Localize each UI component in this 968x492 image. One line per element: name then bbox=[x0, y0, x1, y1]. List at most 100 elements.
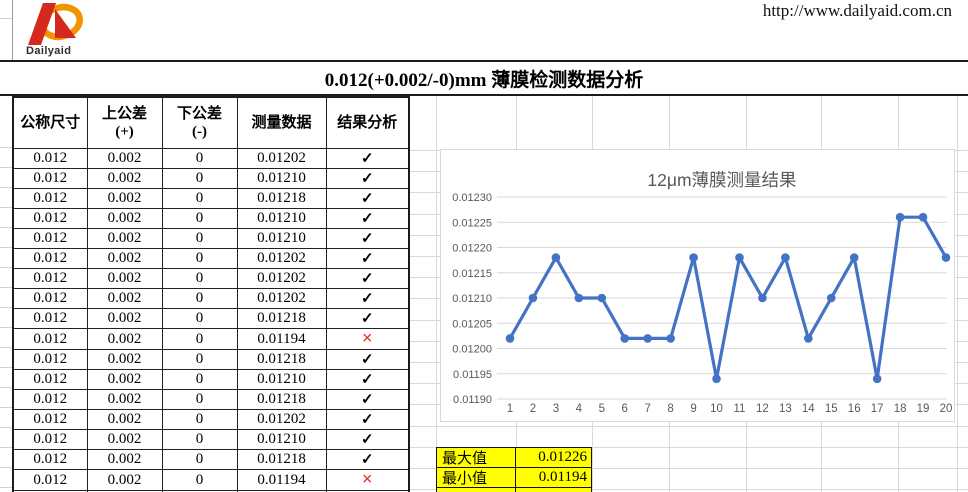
upper-tolerance-cell[interactable]: 0.002 bbox=[87, 390, 162, 410]
lower-tolerance-cell[interactable]: 0 bbox=[162, 209, 237, 229]
lower-tolerance-cell[interactable]: 0 bbox=[162, 370, 237, 390]
measured-value-cell[interactable]: 0.01218 bbox=[237, 189, 326, 209]
measurement-table[interactable]: 公称尺寸上公差(+)下公差(-)测量数据结果分析 0.0120.00200.01… bbox=[12, 96, 410, 492]
nominal-size-cell[interactable]: 0.012 bbox=[13, 309, 87, 329]
lower-tolerance-cell[interactable]: 0 bbox=[162, 269, 237, 289]
result-cell[interactable]: ✓ bbox=[326, 390, 409, 410]
measured-value-cell[interactable]: 0.01218 bbox=[237, 309, 326, 329]
result-cell[interactable]: ✓ bbox=[326, 229, 409, 249]
measured-value-cell[interactable]: 0.01218 bbox=[237, 390, 326, 410]
upper-tolerance-cell[interactable]: 0.002 bbox=[87, 269, 162, 289]
upper-tolerance-cell[interactable]: 0.002 bbox=[87, 249, 162, 269]
lower-tolerance-cell[interactable]: 0 bbox=[162, 249, 237, 269]
result-cell[interactable]: ✓ bbox=[326, 209, 409, 229]
result-cell[interactable]: ✓ bbox=[326, 189, 409, 209]
nominal-size-cell[interactable]: 0.012 bbox=[13, 209, 87, 229]
pass-check-icon: ✓ bbox=[361, 412, 374, 428]
col-header-lower[interactable]: 下公差(-) bbox=[162, 97, 237, 149]
measured-value-cell[interactable]: 0.01202 bbox=[237, 149, 326, 169]
col-header-upper[interactable]: 上公差(+) bbox=[87, 97, 162, 149]
measured-value-cell[interactable]: 0.01210 bbox=[237, 169, 326, 189]
measured-value-cell[interactable]: 0.01218 bbox=[237, 450, 326, 470]
upper-tolerance-cell[interactable]: 0.002 bbox=[87, 410, 162, 430]
lower-tolerance-cell[interactable]: 0 bbox=[162, 470, 237, 491]
result-cell[interactable]: × bbox=[326, 470, 409, 491]
pass-check-icon: ✓ bbox=[361, 372, 374, 388]
upper-tolerance-cell[interactable]: 0.002 bbox=[87, 309, 162, 329]
result-cell[interactable]: ✓ bbox=[326, 169, 409, 189]
upper-tolerance-cell[interactable]: 0.002 bbox=[87, 370, 162, 390]
nominal-size-cell[interactable]: 0.012 bbox=[13, 450, 87, 470]
measured-value-cell[interactable]: 0.01210 bbox=[237, 370, 326, 390]
measured-value-cell[interactable]: 0.01210 bbox=[237, 209, 326, 229]
result-cell[interactable]: ✓ bbox=[326, 269, 409, 289]
max-label-cell[interactable]: 最大值 bbox=[436, 447, 516, 468]
nominal-size-cell[interactable]: 0.012 bbox=[13, 149, 87, 169]
measured-value-cell[interactable]: 0.01202 bbox=[237, 269, 326, 289]
result-cell[interactable]: ✓ bbox=[326, 450, 409, 470]
upper-tolerance-cell[interactable]: 0.002 bbox=[87, 189, 162, 209]
measured-value-cell[interactable]: 0.01194 bbox=[237, 470, 326, 491]
nominal-size-cell[interactable]: 0.012 bbox=[13, 249, 87, 269]
result-cell[interactable]: ✓ bbox=[326, 370, 409, 390]
upper-tolerance-cell[interactable]: 0.002 bbox=[87, 289, 162, 309]
result-cell[interactable]: ✓ bbox=[326, 430, 409, 450]
lower-tolerance-cell[interactable]: 0 bbox=[162, 309, 237, 329]
measured-value-cell[interactable]: 0.01194 bbox=[237, 329, 326, 350]
measured-value-cell[interactable]: 0.01202 bbox=[237, 289, 326, 309]
measurement-chart[interactable]: 12μm薄膜测量结果0.011900.011950.012000.012050.… bbox=[440, 149, 955, 422]
measured-value-cell[interactable]: 0.01218 bbox=[237, 350, 326, 370]
grid-line bbox=[0, 227, 12, 228]
nominal-size-cell[interactable]: 0.012 bbox=[13, 329, 87, 350]
upper-tolerance-cell[interactable]: 0.002 bbox=[87, 229, 162, 249]
result-cell[interactable]: ✓ bbox=[326, 149, 409, 169]
result-cell[interactable]: ✓ bbox=[326, 410, 409, 430]
nominal-size-cell[interactable]: 0.012 bbox=[13, 390, 87, 410]
result-cell[interactable]: × bbox=[326, 329, 409, 350]
nominal-size-cell[interactable]: 0.012 bbox=[13, 289, 87, 309]
upper-tolerance-cell[interactable]: 0.002 bbox=[87, 430, 162, 450]
lower-tolerance-cell[interactable]: 0 bbox=[162, 329, 237, 350]
nominal-size-cell[interactable]: 0.012 bbox=[13, 269, 87, 289]
lower-tolerance-cell[interactable]: 0 bbox=[162, 189, 237, 209]
min-value-cell[interactable]: 0.01194 bbox=[516, 467, 592, 488]
lower-tolerance-cell[interactable]: 0 bbox=[162, 390, 237, 410]
nominal-size-cell[interactable]: 0.012 bbox=[13, 189, 87, 209]
nominal-size-cell[interactable]: 0.012 bbox=[13, 370, 87, 390]
nominal-size-cell[interactable]: 0.012 bbox=[13, 169, 87, 189]
result-cell[interactable]: ✓ bbox=[326, 249, 409, 269]
lower-tolerance-cell[interactable]: 0 bbox=[162, 350, 237, 370]
lower-tolerance-cell[interactable]: 0 bbox=[162, 169, 237, 189]
min-label-cell[interactable]: 最小值 bbox=[436, 467, 516, 488]
lower-tolerance-cell[interactable]: 0 bbox=[162, 229, 237, 249]
upper-tolerance-cell[interactable]: 0.002 bbox=[87, 470, 162, 491]
col-header-result[interactable]: 结果分析 bbox=[326, 97, 409, 149]
col-header-nominal[interactable]: 公称尺寸 bbox=[13, 97, 87, 149]
nominal-size-cell[interactable]: 0.012 bbox=[13, 229, 87, 249]
max-value-cell[interactable]: 0.01226 bbox=[516, 447, 592, 468]
result-cell[interactable]: ✓ bbox=[326, 289, 409, 309]
lower-tolerance-cell[interactable]: 0 bbox=[162, 149, 237, 169]
lower-tolerance-cell[interactable]: 0 bbox=[162, 289, 237, 309]
measured-value-cell[interactable]: 0.01210 bbox=[237, 430, 326, 450]
upper-tolerance-cell[interactable]: 0.002 bbox=[87, 209, 162, 229]
upper-tolerance-cell[interactable]: 0.002 bbox=[87, 149, 162, 169]
upper-tolerance-cell[interactable]: 0.002 bbox=[87, 450, 162, 470]
nominal-size-cell[interactable]: 0.012 bbox=[13, 470, 87, 491]
upper-tolerance-cell[interactable]: 0.002 bbox=[87, 169, 162, 189]
upper-tolerance-cell[interactable]: 0.002 bbox=[87, 329, 162, 350]
x-axis-tick-label: 6 bbox=[622, 403, 628, 415]
result-cell[interactable]: ✓ bbox=[326, 309, 409, 329]
lower-tolerance-cell[interactable]: 0 bbox=[162, 430, 237, 450]
nominal-size-cell[interactable]: 0.012 bbox=[13, 350, 87, 370]
nominal-size-cell[interactable]: 0.012 bbox=[13, 410, 87, 430]
col-header-measured[interactable]: 测量数据 bbox=[237, 97, 326, 149]
lower-tolerance-cell[interactable]: 0 bbox=[162, 410, 237, 430]
result-cell[interactable]: ✓ bbox=[326, 350, 409, 370]
upper-tolerance-cell[interactable]: 0.002 bbox=[87, 350, 162, 370]
measured-value-cell[interactable]: 0.01210 bbox=[237, 229, 326, 249]
measured-value-cell[interactable]: 0.01202 bbox=[237, 249, 326, 269]
lower-tolerance-cell[interactable]: 0 bbox=[162, 450, 237, 470]
nominal-size-cell[interactable]: 0.012 bbox=[13, 430, 87, 450]
measured-value-cell[interactable]: 0.01202 bbox=[237, 410, 326, 430]
